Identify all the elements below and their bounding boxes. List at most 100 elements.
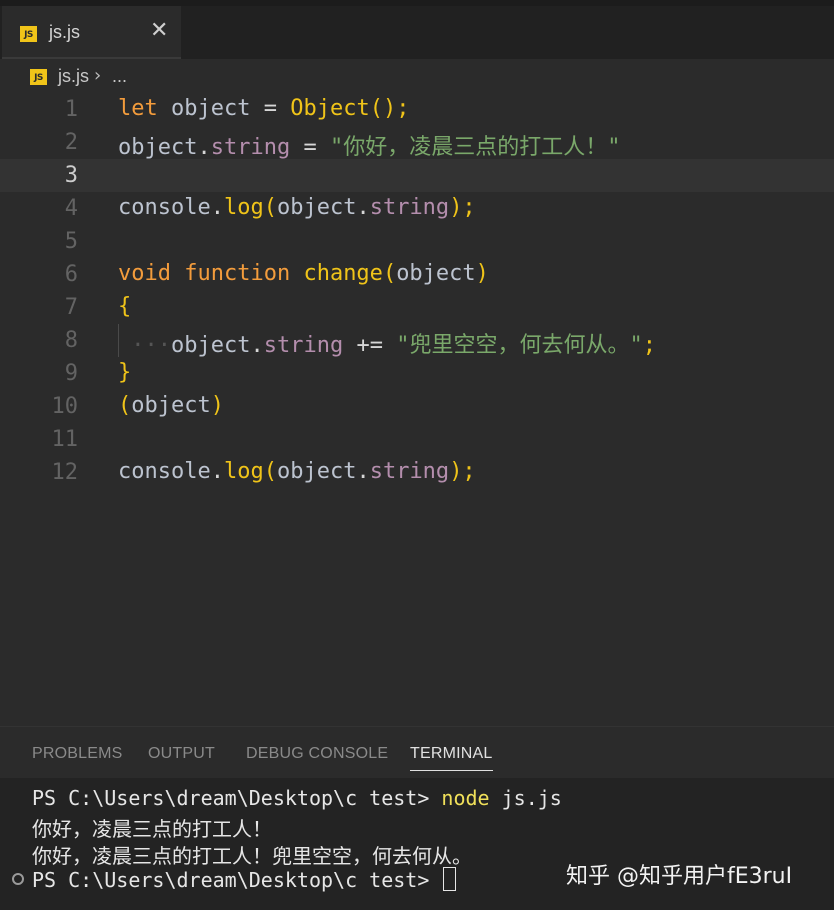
line-number: 11 [51,427,79,452]
command: node [441,786,490,810]
js-file-icon: JS [30,69,47,85]
whitespace-dots: ··· [131,333,171,358]
tab-debug-console[interactable]: DEBUG CONSOLE [246,745,388,763]
token: = [263,96,277,121]
line-number: 8 [64,328,78,353]
prompt: PS C:\Users\dream\Desktop\c test> [32,786,442,810]
line-number: 12 [51,460,79,485]
token: ) [475,261,489,286]
code-line: 2 object.string = "你好，凌晨三点的打工人！" [0,126,834,161]
line-number: 1 [64,97,78,122]
token: ( [118,393,132,418]
terminal-cursor [443,867,457,891]
circle-icon [12,873,24,885]
code-text: ···object.string += "兜里空空，何去何从。"; [118,327,656,359]
tab-problems[interactable]: PROBLEMS [32,745,123,763]
token: ); [449,459,476,484]
terminal-line: PS C:\Users\dream\Desktop\c test> node j… [32,786,562,810]
line-number: 5 [64,229,78,254]
token: ; [642,333,656,358]
code-text: (object) [118,393,224,418]
code-text: console.log(object.string); [118,195,476,220]
close-icon[interactable]: ✕ [150,18,168,43]
token: let [118,96,158,121]
line-number: 10 [51,394,79,419]
line-number: 3 [64,163,78,188]
code-text: console.log(object.string); [118,459,476,484]
token: log [223,195,264,220]
breadcrumb-more[interactable]: ... [112,66,127,87]
code-editor[interactable]: 1 let object = Object(); 2 object.string… [0,93,834,726]
token: (); [369,96,410,121]
code-line: 12 console.log(object.string); [0,456,834,489]
panel-tab-bar: PROBLEMS OUTPUT DEBUG CONSOLE TERMINAL [0,726,834,779]
tab-label: js.js [49,22,80,42]
line-number: 9 [64,361,78,386]
token: . [250,333,264,358]
code-text: let object = Object(); [118,96,409,121]
tab-js-file[interactable]: JS js.js ✕ [2,6,181,59]
code-line: 9 } [0,357,834,390]
line-number: 4 [64,196,78,221]
token: += [343,333,397,358]
token: object [157,96,264,121]
breadcrumb: JS js.js › ... [0,59,834,93]
code-line: 6 void function change(object) [0,258,834,291]
token: function [184,261,291,286]
code-line-active: 3 [0,159,834,192]
token: "兜里空空，何去何从。" [396,333,643,358]
token: . [210,459,224,484]
editor-tab-bar: JS js.js ✕ [0,6,834,59]
indent-guide [118,324,119,357]
code-text: void function change(object) [118,261,489,286]
token: string [263,333,344,358]
code-line: 7 { [0,291,834,324]
token: { [118,294,132,319]
terminal-line: PS C:\Users\dream\Desktop\c test> [32,867,457,892]
token: string [210,135,291,160]
token: object [276,459,357,484]
code-line: 1 let object = Object(); [0,93,834,126]
token: object [171,333,251,358]
terminal-output: 你好，凌晨三点的打工人！兜里空空，何去何从。 [32,844,472,868]
token: object [118,135,198,160]
token: object [276,195,357,220]
token: Object [290,96,370,121]
token: ); [449,195,476,220]
token: change [303,261,383,286]
code-line: 8 ···object.string += "兜里空空，何去何从。"; [0,324,834,359]
token: log [223,459,264,484]
line-number: 2 [64,130,78,155]
token: string [369,459,450,484]
token: console [118,195,211,220]
tab-output[interactable]: OUTPUT [148,745,215,763]
token: . [356,459,370,484]
prompt: PS C:\Users\dream\Desktop\c test> [32,868,442,892]
breadcrumb-file[interactable]: js.js [58,66,89,87]
code-line: 11 [0,423,834,456]
code-line: 4 console.log(object.string); [0,192,834,225]
terminal[interactable]: PS C:\Users\dream\Desktop\c test> node j… [0,778,834,910]
tab-terminal[interactable]: TERMINAL [410,745,493,771]
token: void [118,261,171,286]
token: . [356,195,370,220]
token: ( [382,261,397,286]
line-number: 7 [64,295,78,320]
line-number: 6 [64,262,78,287]
code-line: 10 (object) [0,390,834,423]
token: . [197,135,211,160]
token: object [131,393,211,418]
code-text: object.string = "你好，凌晨三点的打工人！" [118,129,620,161]
code-text: { [118,294,131,319]
token: object [396,261,476,286]
command-args: js.js [489,786,562,810]
js-file-icon: JS [20,26,37,42]
token: ) [210,393,224,418]
watermark: 知乎 @知乎用户fE3ruI [566,864,793,889]
code-line: 5 [0,225,834,258]
token: ( [263,195,277,220]
token: = [290,135,330,160]
